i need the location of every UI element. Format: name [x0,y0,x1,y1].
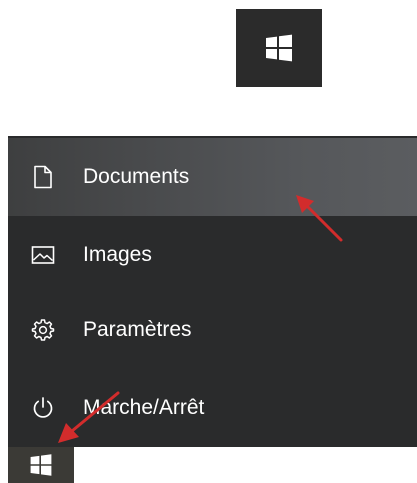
windows-logo-icon [30,454,52,476]
taskbar-start-button[interactable] [8,447,74,483]
menu-item-label: Paramètres [83,318,192,341]
windows-logo-icon [266,34,292,62]
screenshot: Documents Images Paramètres Marche/Arrêt [0,0,417,483]
menu-item-documents[interactable]: Documents [8,138,417,216]
image-icon [30,242,56,268]
start-button-top[interactable] [236,9,322,87]
menu-item-label: Marche/Arrêt [83,396,205,419]
menu-item-images[interactable]: Images [8,216,417,294]
power-icon [30,395,56,421]
start-menu: Documents Images Paramètres Marche/Arrêt [8,136,417,447]
menu-item-label: Images [83,243,152,266]
menu-item-power[interactable]: Marche/Arrêt [8,369,417,447]
document-icon [30,164,56,190]
menu-item-settings[interactable]: Paramètres [8,291,417,369]
gear-icon [30,317,56,343]
menu-item-label: Documents [83,165,190,188]
